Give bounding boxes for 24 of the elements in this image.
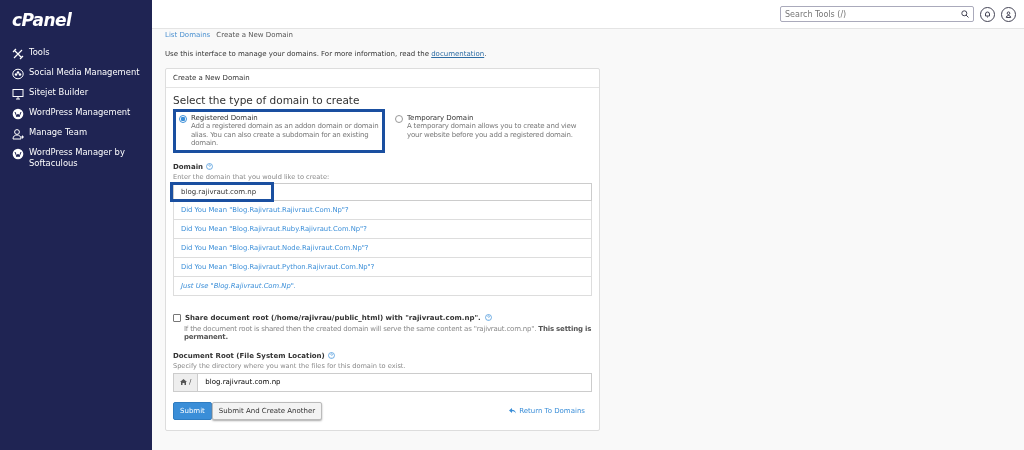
radio-button[interactable] xyxy=(179,115,187,123)
sidebar-item[interactable]: WordPress Manager by Softaculous xyxy=(0,144,152,172)
wordpress-icon xyxy=(12,148,24,160)
people-icon xyxy=(12,68,24,80)
search-field[interactable]: Search Tools (/) xyxy=(780,6,974,22)
sidebar-item[interactable]: Manage Team xyxy=(0,124,152,144)
tools-icon xyxy=(12,48,24,60)
section-heading: Select the type of domain to create xyxy=(173,94,360,106)
help-icon[interactable] xyxy=(327,352,335,359)
sidebar-item[interactable]: WordPress Management xyxy=(0,104,152,124)
team-icon xyxy=(12,128,24,140)
sidebar-item[interactable]: Tools xyxy=(0,44,152,64)
reply-arrow-icon xyxy=(509,407,517,414)
checkbox[interactable] xyxy=(173,313,181,322)
monitor-icon xyxy=(12,88,24,100)
radio-button[interactable] xyxy=(395,115,403,123)
help-icon[interactable] xyxy=(484,314,492,321)
wordpress-icon xyxy=(12,108,24,120)
sidebar-item[interactable]: Social Media Management xyxy=(0,64,152,84)
help-icon[interactable] xyxy=(206,163,214,170)
cpanel-logo: cPanel xyxy=(12,10,72,30)
search-icon xyxy=(961,10,969,18)
sidebar-item[interactable]: Sitejet Builder xyxy=(0,84,152,104)
home-icon xyxy=(180,379,187,385)
